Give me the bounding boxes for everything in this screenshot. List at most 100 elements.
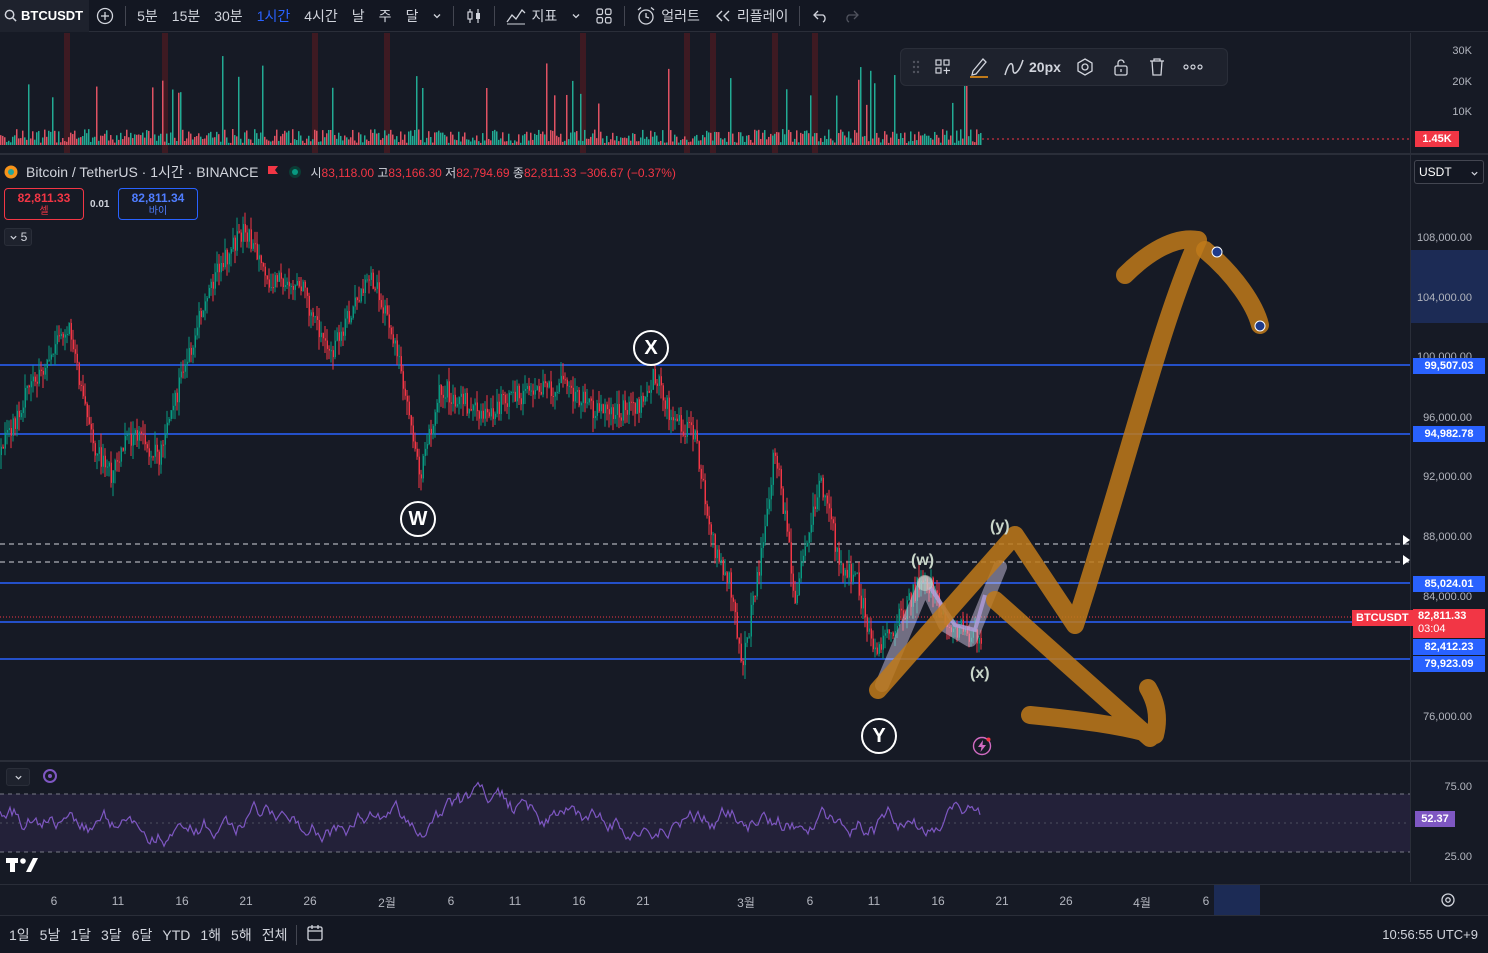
range-5y[interactable]: 5해 — [226, 925, 257, 945]
volume-bar — [878, 137, 880, 145]
subwave-label-y[interactable]: (y) — [990, 518, 1010, 536]
more-button[interactable] — [1177, 51, 1209, 83]
candle-body — [422, 456, 424, 479]
rsi-collapse-button[interactable] — [6, 768, 30, 786]
volume-axis[interactable]: 30K 20K 10K 1.45K — [1410, 33, 1488, 153]
volume-bar — [502, 132, 504, 145]
wave-label-y[interactable]: Y — [861, 718, 897, 754]
interval-week[interactable]: 주 — [372, 0, 399, 32]
candle-body — [244, 223, 246, 233]
candle-body — [728, 572, 730, 584]
range-5d[interactable]: 5날 — [35, 925, 66, 945]
clock[interactable]: 10:56:55 UTC+9 — [1382, 927, 1478, 942]
main-chart-pane[interactable] — [0, 155, 1410, 760]
volume-bar — [752, 142, 754, 145]
symbol-title[interactable]: Bitcoin / TetherUS · 1시간 · BINANCE — [26, 162, 258, 182]
brush-stroke-curve — [1196, 241, 1269, 334]
alert-button[interactable]: 얼러트 — [629, 0, 707, 32]
candle-body — [530, 390, 532, 392]
candle-body — [82, 385, 84, 397]
rsi-axis[interactable]: 75.00 25.00 52.37 — [1410, 762, 1488, 882]
range-all[interactable]: 전체 — [257, 925, 293, 945]
layout-button[interactable] — [588, 0, 620, 32]
range-1m[interactable]: 1달 — [65, 925, 96, 945]
symbol-search[interactable]: BTCUSDT — [0, 0, 90, 32]
settings-button[interactable] — [1069, 51, 1101, 83]
drag-handle[interactable] — [909, 51, 923, 83]
interval-dropdown[interactable] — [425, 0, 449, 32]
template-button[interactable] — [927, 51, 959, 83]
interval-4h[interactable]: 4시간 — [297, 0, 345, 32]
time-range-highlight — [1214, 885, 1260, 915]
lock-button[interactable] — [1105, 51, 1137, 83]
candle-body — [752, 595, 754, 605]
volume-bar — [148, 130, 150, 145]
line-width-button[interactable]: 20px — [999, 51, 1065, 83]
candle-body — [892, 632, 894, 637]
candle-body — [522, 390, 524, 405]
volume-bar — [246, 130, 248, 145]
volume-bar — [560, 133, 562, 145]
candle-body — [20, 412, 22, 418]
tradingview-logo[interactable] — [6, 856, 38, 879]
undo-button[interactable] — [804, 0, 836, 32]
delete-button[interactable] — [1141, 51, 1173, 83]
volume-bar — [542, 131, 544, 145]
indicator-collapse-button[interactable]: 5 — [4, 228, 32, 246]
volume-bar — [272, 140, 274, 145]
wave-label-w[interactable]: W — [400, 501, 436, 537]
interval-1h[interactable]: 1시간 — [250, 0, 298, 32]
interval-30m[interactable]: 30분 — [207, 0, 249, 32]
rsi-pane[interactable] — [0, 762, 1410, 882]
candle-body — [218, 263, 220, 273]
volume-bar — [604, 142, 606, 145]
interval-day[interactable]: 날 — [345, 0, 372, 32]
chart-type-button[interactable] — [458, 0, 490, 32]
volume-bar — [42, 137, 44, 145]
interval-month[interactable]: 달 — [399, 0, 426, 32]
wave-label-x[interactable]: X — [633, 330, 669, 366]
volume-bar — [896, 133, 898, 145]
volume-bar — [584, 129, 586, 145]
goto-date-button[interactable] — [301, 924, 329, 945]
candle-body — [192, 347, 194, 355]
replay-button[interactable]: 리플레이 — [707, 0, 796, 32]
brush-color-button[interactable] — [963, 51, 995, 83]
subwave-label-x[interactable]: (x) — [970, 665, 990, 683]
volume-bar — [460, 141, 462, 145]
alert-bolt-button[interactable] — [972, 736, 992, 756]
buy-button[interactable]: 82,811.34 바이 — [118, 188, 198, 220]
candle-body — [416, 448, 418, 457]
range-3m[interactable]: 3달 — [96, 925, 127, 945]
volume-bar — [704, 137, 706, 145]
volume-bar — [396, 136, 398, 145]
range-1y[interactable]: 1해 — [195, 925, 226, 945]
volume-bar — [524, 134, 526, 145]
indicators-button[interactable]: 지표 — [499, 0, 564, 32]
rsi-sync-button[interactable] — [42, 768, 58, 784]
volume-bar — [266, 139, 268, 145]
currency-selector[interactable]: USDT — [1414, 160, 1484, 184]
chart-settings-button[interactable] — [1440, 892, 1456, 911]
volume-bar — [950, 135, 952, 145]
sell-button[interactable]: 82,811.33 셀 — [4, 188, 84, 220]
candle-body — [830, 508, 832, 520]
range-6m[interactable]: 6달 — [127, 925, 158, 945]
range-ytd[interactable]: YTD — [157, 927, 195, 943]
candle-body — [672, 417, 674, 421]
price-axis[interactable]: USDT 108,000.00 104,000.00 100,000.00 96… — [1410, 155, 1488, 760]
compare-button[interactable] — [89, 0, 121, 32]
subwave-label-w[interactable]: (w) — [911, 552, 934, 570]
candle-body — [716, 549, 718, 559]
redo-button[interactable] — [836, 0, 868, 32]
interval-5m[interactable]: 5분 — [130, 0, 165, 32]
range-1d[interactable]: 1일 — [4, 925, 35, 945]
indicators-dropdown[interactable] — [564, 0, 588, 32]
candle-body — [500, 394, 502, 415]
flag-icon[interactable] — [266, 165, 280, 179]
volume-bar — [862, 136, 864, 145]
interval-15m[interactable]: 15분 — [165, 0, 207, 32]
candle-body — [220, 262, 222, 273]
time-axis[interactable]: 6 11 16 21 26 2월 6 11 16 21 3월 6 11 16 2… — [0, 884, 1488, 915]
volume-bar — [728, 131, 730, 145]
